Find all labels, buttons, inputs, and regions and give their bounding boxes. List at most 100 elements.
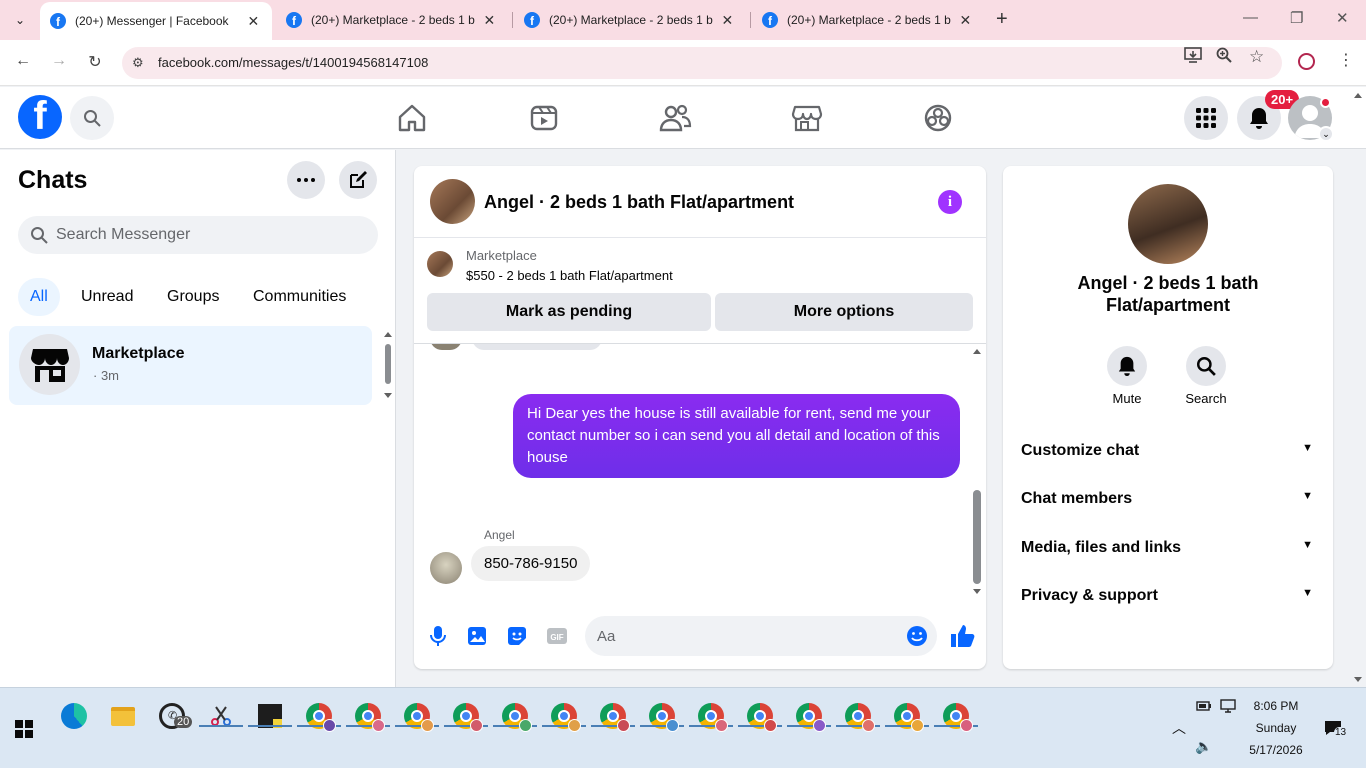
chrome-profile-12-taskbar-icon[interactable] bbox=[841, 696, 875, 736]
tab-close-icon[interactable]: ✕ bbox=[957, 12, 974, 29]
mute-action[interactable]: Mute bbox=[1097, 346, 1157, 406]
message-input[interactable] bbox=[597, 616, 887, 656]
browser-tab-marketplace-3[interactable]: f (20+) Marketplace - 2 beds 1 ba ✕ bbox=[752, 0, 984, 40]
clock-day[interactable]: Sunday bbox=[1244, 721, 1308, 735]
new-tab-button[interactable]: + bbox=[996, 8, 1008, 31]
tab-close-icon[interactable]: ✕ bbox=[481, 12, 498, 29]
watch-icon[interactable] bbox=[527, 101, 561, 135]
browser-profile-icon[interactable] bbox=[1298, 53, 1315, 70]
chrome-profile-7-taskbar-icon[interactable] bbox=[596, 696, 630, 736]
zoom-icon[interactable] bbox=[1216, 47, 1232, 67]
windows-start-icon[interactable] bbox=[15, 720, 33, 738]
tab-close-icon[interactable]: ✕ bbox=[245, 13, 262, 30]
filter-groups[interactable]: Groups bbox=[155, 278, 231, 316]
browser-tab-messenger[interactable]: f (20+) Messenger | Facebook ✕ bbox=[40, 2, 272, 40]
file-explorer-taskbar-icon[interactable] bbox=[106, 696, 140, 736]
gaming-icon[interactable] bbox=[921, 101, 955, 135]
notification-center-button[interactable]: 13 bbox=[1324, 720, 1348, 741]
address-bar[interactable]: ⚙ facebook.com/messages/t/14001945681471… bbox=[122, 47, 1282, 79]
browser-menu-icon[interactable]: ⋮ bbox=[1338, 50, 1354, 70]
conversation-avatar[interactable] bbox=[430, 179, 475, 224]
new-message-button[interactable] bbox=[339, 161, 377, 199]
microphone-icon[interactable] bbox=[426, 624, 450, 648]
chrome-profile-1-taskbar-icon[interactable] bbox=[302, 696, 336, 736]
browser-tab-marketplace-1[interactable]: f (20+) Marketplace - 2 beds 1 ba ✕ bbox=[276, 0, 508, 40]
more-options-button[interactable]: More options bbox=[715, 293, 973, 331]
chat-options-button[interactable] bbox=[287, 161, 325, 199]
close-window-icon[interactable]: ✕ bbox=[1336, 9, 1349, 27]
listing-title[interactable]: $550 - 2 beds 1 bath Flat/apartment bbox=[466, 268, 673, 283]
filter-unread[interactable]: Unread bbox=[69, 278, 145, 316]
gif-icon[interactable]: GIF bbox=[545, 624, 569, 648]
outgoing-message[interactable]: Hi Dear yes the house is still available… bbox=[513, 394, 960, 478]
chats-scrollbar[interactable] bbox=[383, 330, 393, 400]
back-arrow-icon[interactable]: ← bbox=[12, 52, 34, 70]
tab-search-button[interactable]: ⌄ bbox=[8, 9, 32, 31]
messenger-search[interactable] bbox=[18, 216, 378, 254]
photo-icon[interactable] bbox=[465, 624, 489, 648]
forward-arrow-icon[interactable]: → bbox=[48, 52, 70, 70]
privacy-support-section[interactable]: Privacy & support ▼ bbox=[1003, 575, 1333, 619]
tab-close-icon[interactable]: ✕ bbox=[719, 12, 736, 29]
battery-icon[interactable] bbox=[1196, 700, 1212, 712]
menu-grid-button[interactable] bbox=[1184, 96, 1228, 140]
message-composer[interactable] bbox=[585, 616, 937, 656]
volume-icon[interactable]: 🔈 bbox=[1195, 738, 1212, 755]
chrome-profile-4-taskbar-icon[interactable] bbox=[449, 696, 483, 736]
chat-members-section[interactable]: Chat members ▼ bbox=[1003, 478, 1333, 522]
message-sender-name: Angel bbox=[484, 528, 515, 542]
friends-icon[interactable] bbox=[658, 101, 692, 135]
messenger-search-input[interactable] bbox=[56, 216, 366, 254]
chrome-profile-13-taskbar-icon[interactable] bbox=[890, 696, 924, 736]
filter-communities[interactable]: Communities bbox=[241, 278, 358, 316]
reload-icon[interactable]: ↻ bbox=[84, 52, 106, 72]
emoji-icon[interactable] bbox=[906, 625, 928, 647]
chrome-profile-2-taskbar-icon[interactable] bbox=[351, 696, 385, 736]
url-text[interactable]: facebook.com/messages/t/1400194568147108 bbox=[158, 55, 428, 70]
sender-avatar[interactable] bbox=[430, 552, 462, 584]
install-app-icon[interactable] bbox=[1184, 47, 1202, 67]
chrome-profile-9-taskbar-icon[interactable] bbox=[694, 696, 728, 736]
show-hidden-icons-chevron-icon[interactable]: ︿ bbox=[1172, 718, 1186, 738]
incoming-message[interactable]: 850-786-9150 bbox=[471, 546, 591, 581]
chrome-profile-8-taskbar-icon[interactable] bbox=[645, 696, 679, 736]
chrome-profile-6-taskbar-icon[interactable] bbox=[547, 696, 581, 736]
conversation-scrollbar[interactable] bbox=[970, 346, 984, 596]
minimize-window-icon[interactable]: — bbox=[1243, 9, 1258, 26]
chevron-down-icon: ▼ bbox=[1302, 539, 1313, 551]
customize-chat-section[interactable]: Customize chat ▼ bbox=[1003, 430, 1333, 474]
conversation-info-icon[interactable]: i bbox=[938, 190, 962, 214]
snipping-tool-taskbar-icon[interactable] bbox=[204, 696, 238, 736]
bookmark-star-icon[interactable]: ☆ bbox=[1249, 47, 1264, 67]
like-thumb-icon[interactable] bbox=[949, 623, 975, 649]
edge-taskbar-icon[interactable] bbox=[57, 696, 91, 736]
chrome-profile-11-taskbar-icon[interactable] bbox=[792, 696, 826, 736]
whatsapp-taskbar-icon[interactable]: ✆ 20 bbox=[155, 696, 193, 736]
chrome-profile-14-taskbar-icon[interactable] bbox=[939, 696, 973, 736]
filter-all[interactable]: All bbox=[18, 278, 60, 316]
chrome-profile-10-taskbar-icon[interactable] bbox=[743, 696, 777, 736]
facebook-logo[interactable]: f bbox=[18, 95, 62, 139]
restore-window-icon[interactable]: ❐ bbox=[1290, 9, 1303, 27]
sticker-icon[interactable] bbox=[505, 624, 529, 648]
clock-time[interactable]: 8:06 PM bbox=[1244, 699, 1308, 713]
chrome-profile-3-taskbar-icon[interactable] bbox=[400, 696, 434, 736]
page-scrollbar[interactable] bbox=[1352, 90, 1364, 685]
clock-date[interactable]: 5/17/2026 bbox=[1244, 743, 1308, 757]
media-files-links-section[interactable]: Media, files and links ▼ bbox=[1003, 527, 1333, 571]
facebook-search-button[interactable] bbox=[70, 96, 114, 140]
account-chevron-icon[interactable]: ⌄ bbox=[1318, 126, 1334, 142]
search-action[interactable]: Search bbox=[1176, 346, 1236, 406]
marketplace-icon[interactable] bbox=[790, 101, 824, 135]
home-icon[interactable] bbox=[395, 101, 429, 135]
chrome-profile-5-taskbar-icon[interactable] bbox=[498, 696, 532, 736]
chat-list-item[interactable]: Marketplace · 3m bbox=[9, 326, 372, 405]
site-info-icon[interactable]: ⚙ bbox=[132, 55, 144, 71]
sticky-notes-taskbar-icon[interactable] bbox=[253, 696, 287, 736]
contact-avatar[interactable] bbox=[1128, 184, 1208, 264]
network-icon[interactable] bbox=[1220, 699, 1236, 713]
conversation-title[interactable]: Angel · 2 beds 1 bath Flat/apartment bbox=[484, 192, 794, 213]
listing-thumbnail[interactable] bbox=[427, 251, 453, 277]
mark-as-pending-button[interactable]: Mark as pending bbox=[427, 293, 711, 331]
browser-tab-marketplace-2[interactable]: f (20+) Marketplace - 2 beds 1 ba ✕ bbox=[514, 0, 746, 40]
